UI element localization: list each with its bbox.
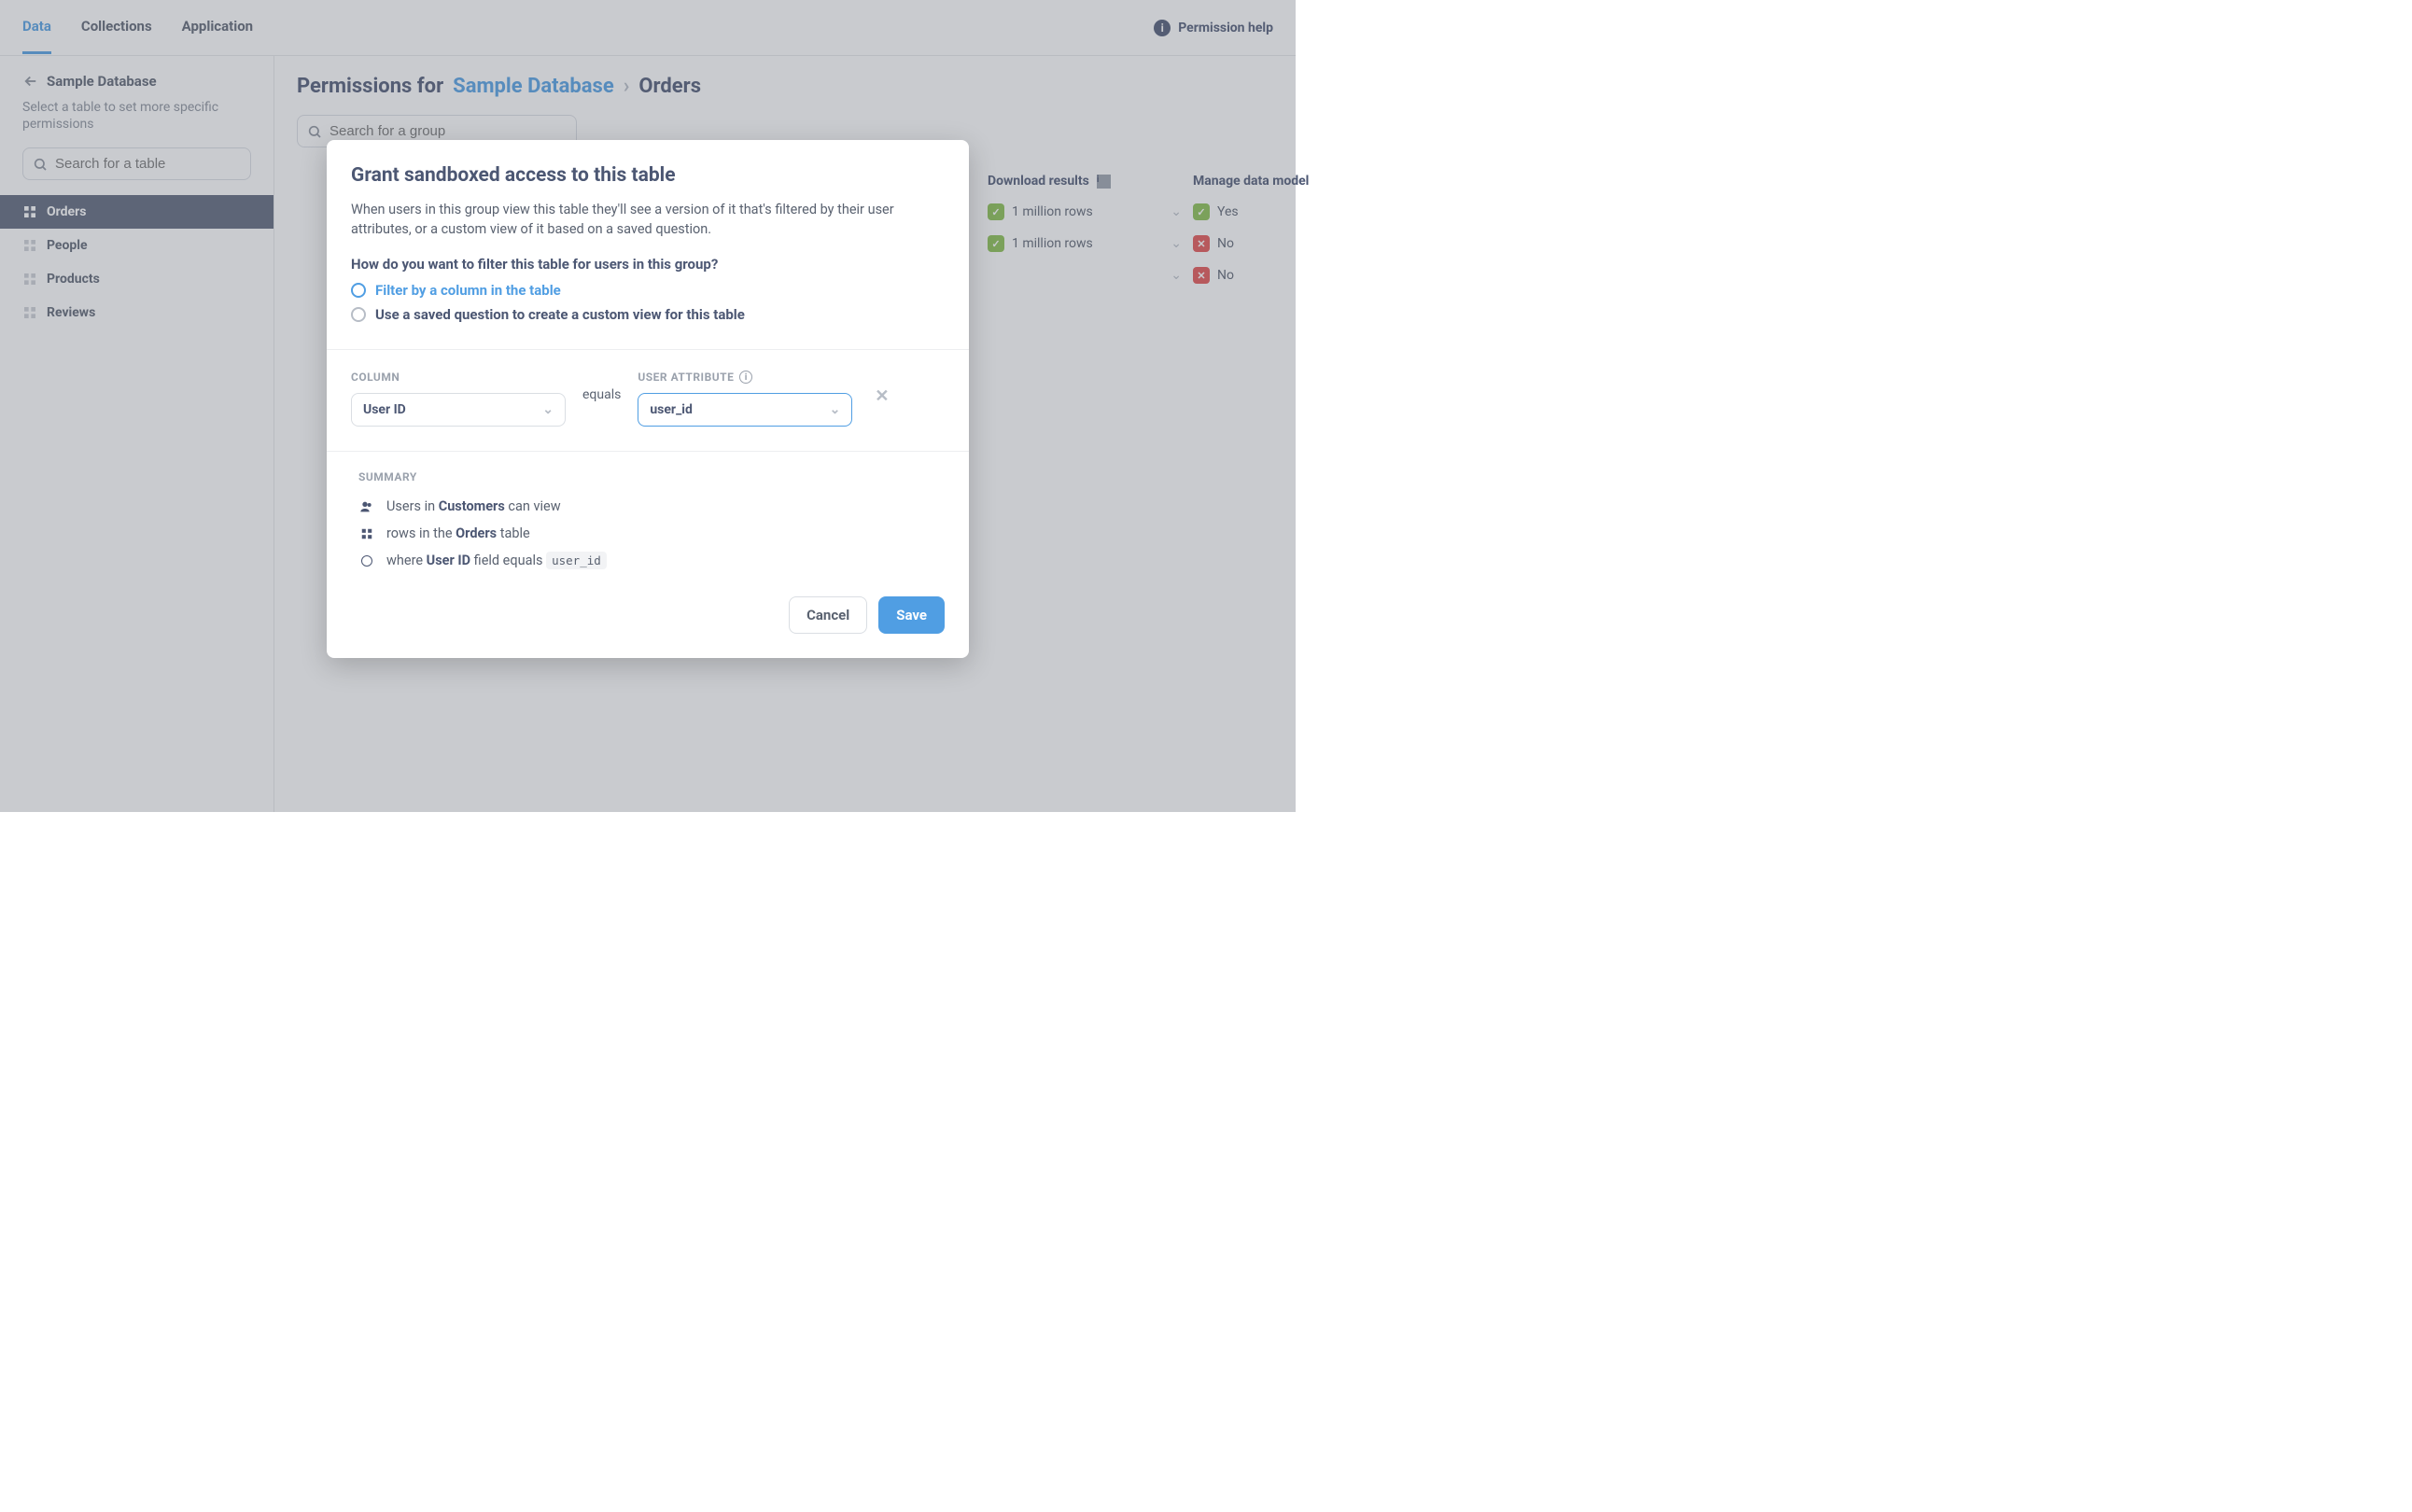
column-select[interactable]: User ID ⌄ bbox=[351, 393, 566, 427]
save-button[interactable]: Save bbox=[878, 596, 945, 634]
equals-label: equals bbox=[582, 387, 621, 410]
radio-icon bbox=[351, 307, 366, 322]
chevron-down-icon: ⌄ bbox=[542, 402, 554, 417]
column-field-label: COLUMN bbox=[351, 371, 566, 384]
summary-row: Users in Customers can view bbox=[351, 498, 945, 514]
circle-icon bbox=[358, 555, 375, 567]
radio-label: Use a saved question to create a custom … bbox=[375, 306, 745, 323]
radio-label: Filter by a column in the table bbox=[375, 282, 572, 299]
chevron-down-icon: ⌄ bbox=[830, 402, 841, 417]
user-attribute-select[interactable]: user_id ⌄ bbox=[638, 393, 852, 427]
table-icon bbox=[358, 527, 375, 540]
modal-question: How do you want to filter this table for… bbox=[351, 256, 945, 273]
sandbox-modal: Grant sandboxed access to this table Whe… bbox=[327, 140, 969, 658]
modal-title: Grant sandboxed access to this table bbox=[351, 164, 945, 187]
info-icon[interactable]: i bbox=[739, 371, 752, 384]
modal-overlay[interactable]: Grant sandboxed access to this table Whe… bbox=[0, 0, 1296, 812]
user-attribute-field-label: USER ATTRIBUTE i bbox=[638, 371, 852, 384]
column-select-value: User ID bbox=[363, 402, 406, 417]
cancel-button[interactable]: Cancel bbox=[789, 596, 867, 634]
remove-filter-button[interactable]: ✕ bbox=[869, 386, 889, 412]
summary-row: rows in the Orders table bbox=[351, 525, 945, 541]
summary-label: SUMMARY bbox=[351, 470, 945, 483]
summary-row: where User ID field equals user_id bbox=[351, 553, 945, 568]
user-attribute-select-value: user_id bbox=[650, 402, 693, 417]
radio-icon bbox=[351, 283, 366, 298]
modal-description: When users in this group view this table… bbox=[351, 200, 945, 239]
radio-use-saved-question[interactable]: Use a saved question to create a custom … bbox=[351, 306, 945, 323]
users-icon bbox=[358, 499, 375, 514]
radio-filter-by-column[interactable]: Filter by a column in the table bbox=[351, 282, 945, 299]
